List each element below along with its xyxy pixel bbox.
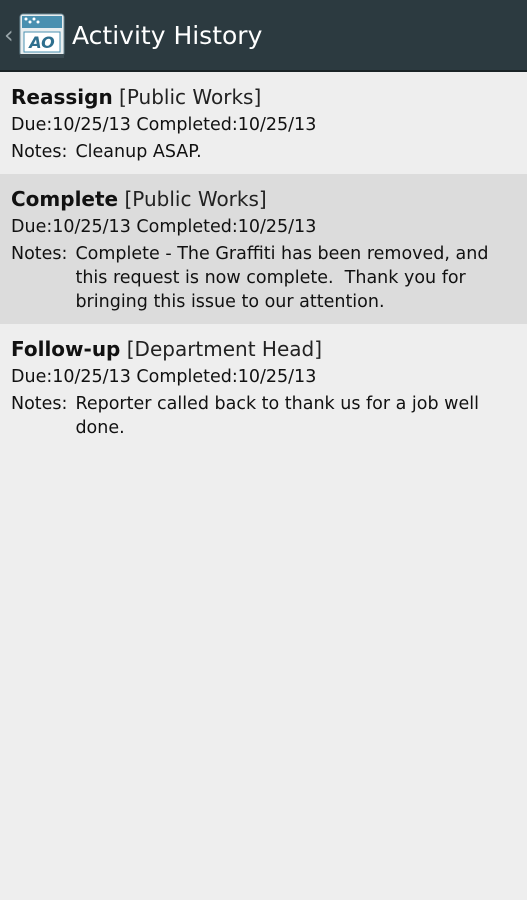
action-bar: ‹ AO Activity History bbox=[0, 0, 527, 72]
activity-action: Reassign bbox=[11, 85, 113, 109]
activity-action: Follow-up bbox=[11, 337, 121, 361]
page-title: Activity History bbox=[72, 21, 263, 50]
activity-department: [Public Works] bbox=[119, 85, 262, 109]
activity-notes-row: Notes: Reporter called back to thank us … bbox=[11, 392, 515, 440]
notes-text: Reporter called back to thank us for a j… bbox=[75, 394, 485, 438]
activity-department: [Public Works] bbox=[124, 187, 267, 211]
activity-action: Complete bbox=[11, 187, 119, 211]
activity-header: Complete [Public Works] bbox=[11, 184, 515, 214]
app-logo-text: AO bbox=[27, 33, 55, 52]
activity-notes-row: Notes: Cleanup ASAP. bbox=[11, 140, 515, 164]
activity-notes-row: Notes: Complete - The Graffiti has been … bbox=[11, 242, 515, 314]
notes-label: Notes: bbox=[11, 394, 68, 414]
activity-list: Reassign [Public Works] Due:10/25/13 Com… bbox=[0, 72, 527, 450]
activity-item-complete[interactable]: Complete [Public Works] Due:10/25/13 Com… bbox=[0, 174, 527, 324]
activity-item-follow-up[interactable]: Follow-up [Department Head] Due:10/25/13… bbox=[0, 324, 527, 450]
app-logo-graphic: AO bbox=[19, 13, 65, 58]
activity-header: Reassign [Public Works] bbox=[11, 82, 515, 112]
activity-dates: Due:10/25/13 Completed:10/25/13 bbox=[11, 115, 317, 135]
notes-label: Notes: bbox=[11, 142, 68, 162]
notes-label: Notes: bbox=[11, 244, 68, 264]
app-logo-icon[interactable]: AO bbox=[18, 10, 66, 60]
notes-text: Complete - The Graffiti has been removed… bbox=[75, 244, 495, 312]
notes-text: Cleanup ASAP. bbox=[75, 142, 202, 162]
activity-dates: Due:10/25/13 Completed:10/25/13 bbox=[11, 367, 317, 387]
activity-dates: Due:10/25/13 Completed:10/25/13 bbox=[11, 217, 317, 237]
activity-item-reassign[interactable]: Reassign [Public Works] Due:10/25/13 Com… bbox=[0, 72, 527, 174]
activity-header: Follow-up [Department Head] bbox=[11, 334, 515, 364]
back-caret-icon[interactable]: ‹ bbox=[4, 22, 18, 48]
activity-department: [Department Head] bbox=[126, 337, 323, 361]
